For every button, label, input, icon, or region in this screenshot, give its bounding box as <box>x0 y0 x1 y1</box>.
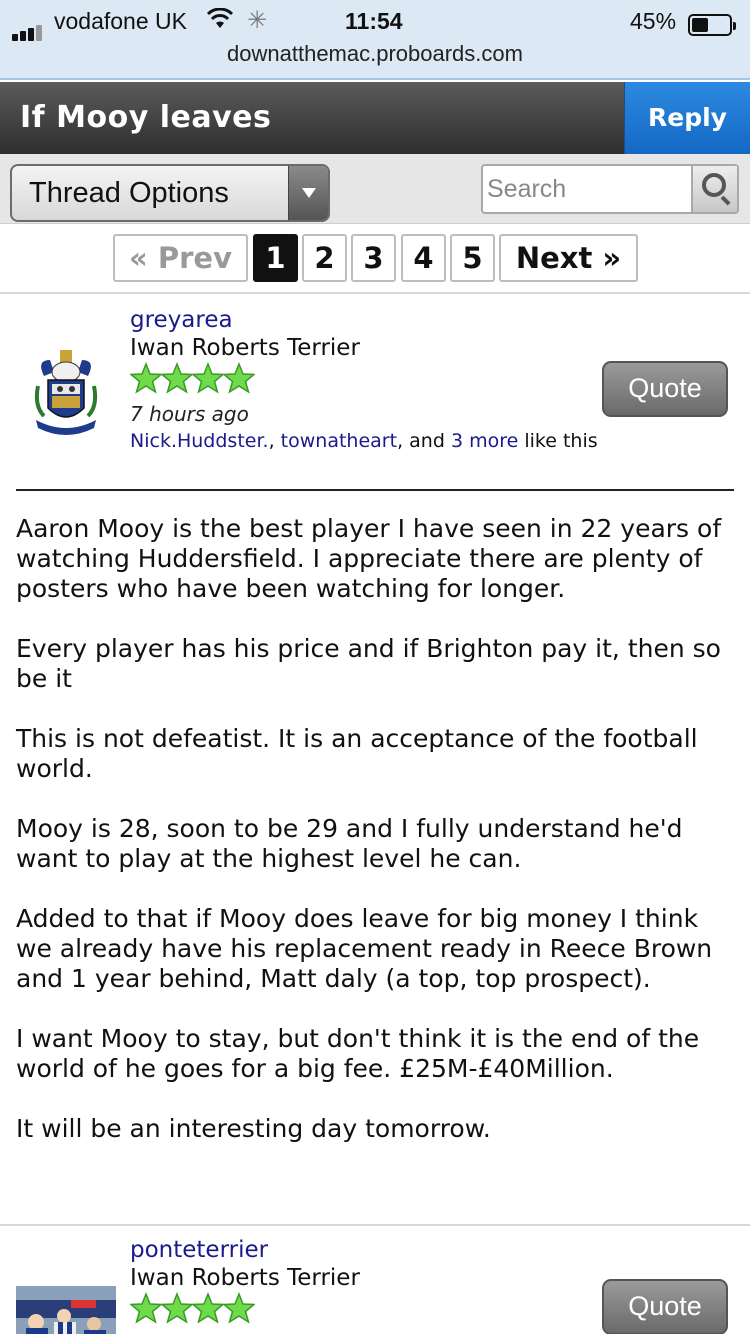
post-body: Aaron Mooy is the best player I have see… <box>16 514 738 1174</box>
thread-options-dropdown[interactable]: Thread Options <box>10 164 330 222</box>
post-paragraph: Mooy is 28, soon to be 29 and I fully un… <box>16 814 683 873</box>
thread-header: If Mooy leaves Reply <box>0 82 750 154</box>
search-button[interactable] <box>691 166 737 212</box>
post-paragraph: It will be an interesting day tomorrow. <box>16 1114 491 1143</box>
carrier-name: vodafone UK <box>54 8 187 34</box>
next-page-button[interactable]: Next » <box>499 234 638 282</box>
chevron-down-icon <box>288 166 328 220</box>
post-paragraph: Aaron Mooy is the best player I have see… <box>16 514 722 603</box>
thread-options-label: Thread Options <box>29 177 229 209</box>
thread-toolbar: Thread Options <box>0 154 750 224</box>
post: greyarea Iwan Roberts Terrier 7 hours ag… <box>0 296 750 1226</box>
post-header-divider <box>16 489 734 491</box>
avatar[interactable] <box>16 1286 116 1334</box>
reply-button[interactable]: Reply <box>624 82 750 154</box>
star-icon <box>192 1292 224 1324</box>
star-icon <box>130 1292 162 1324</box>
like-user-link[interactable]: townatheart <box>281 430 397 452</box>
battery-percentage: 45% <box>630 8 677 34</box>
pagination-bar: « Prev 1 2 3 4 5 Next » <box>0 224 750 294</box>
battery-icon <box>688 14 736 36</box>
prev-page-button[interactable]: « Prev <box>113 234 248 282</box>
quote-button[interactable]: Quote <box>602 361 728 417</box>
post-author-username[interactable]: ponteterrier <box>130 1237 268 1263</box>
search-box <box>481 164 739 214</box>
page-1-button[interactable]: 1 <box>253 234 298 282</box>
quote-button[interactable]: Quote <box>602 1279 728 1334</box>
post-likes: Nick.Huddster., townatheart, and 3 more … <box>130 430 598 452</box>
rank-stars <box>130 1292 255 1324</box>
page-5-button[interactable]: 5 <box>450 234 495 282</box>
star-icon <box>130 362 162 394</box>
wifi-icon <box>206 7 234 36</box>
thread-title: If Mooy leaves <box>20 100 272 135</box>
status-bar: vodafone UK ✳ 11:54 45% downatthemac.pro… <box>0 0 750 80</box>
page-2-button[interactable]: 2 <box>302 234 347 282</box>
post-paragraph: Added to that if Mooy does leave for big… <box>16 904 713 993</box>
star-icon <box>223 1292 255 1324</box>
user-photo-icon <box>16 1286 116 1334</box>
post-timestamp: 7 hours ago <box>130 402 249 426</box>
clock: 11:54 <box>345 8 403 34</box>
star-icon <box>192 362 224 394</box>
post-paragraph: Every player has his price and if Bright… <box>16 634 721 693</box>
more-likes-link[interactable]: 3 more <box>451 430 518 452</box>
post-author-rank: Iwan Roberts Terrier <box>130 335 360 361</box>
page-3-button[interactable]: 3 <box>351 234 396 282</box>
loading-spinner-icon: ✳ <box>247 6 268 34</box>
club-crest-icon <box>34 350 98 435</box>
search-input[interactable] <box>487 170 687 208</box>
post-author-rank: Iwan Roberts Terrier <box>130 1265 360 1291</box>
signal-strength-icon <box>12 15 44 41</box>
post: ponteterrier Iwan Roberts Terrier Quote <box>0 1226 750 1334</box>
post-paragraph: I want Mooy to stay, but don't think it … <box>16 1024 700 1083</box>
star-icon <box>161 1292 193 1324</box>
post-author-username[interactable]: greyarea <box>130 307 233 333</box>
avatar[interactable] <box>30 346 102 442</box>
rank-stars <box>130 362 255 394</box>
star-icon <box>161 362 193 394</box>
page-4-button[interactable]: 4 <box>401 234 446 282</box>
address-bar-url[interactable]: downatthemac.proboards.com <box>0 41 750 67</box>
search-icon <box>702 173 726 197</box>
star-icon <box>223 362 255 394</box>
like-user-link[interactable]: Nick.Huddster. <box>130 430 269 452</box>
post-paragraph: This is not defeatist. It is an acceptan… <box>16 724 698 783</box>
